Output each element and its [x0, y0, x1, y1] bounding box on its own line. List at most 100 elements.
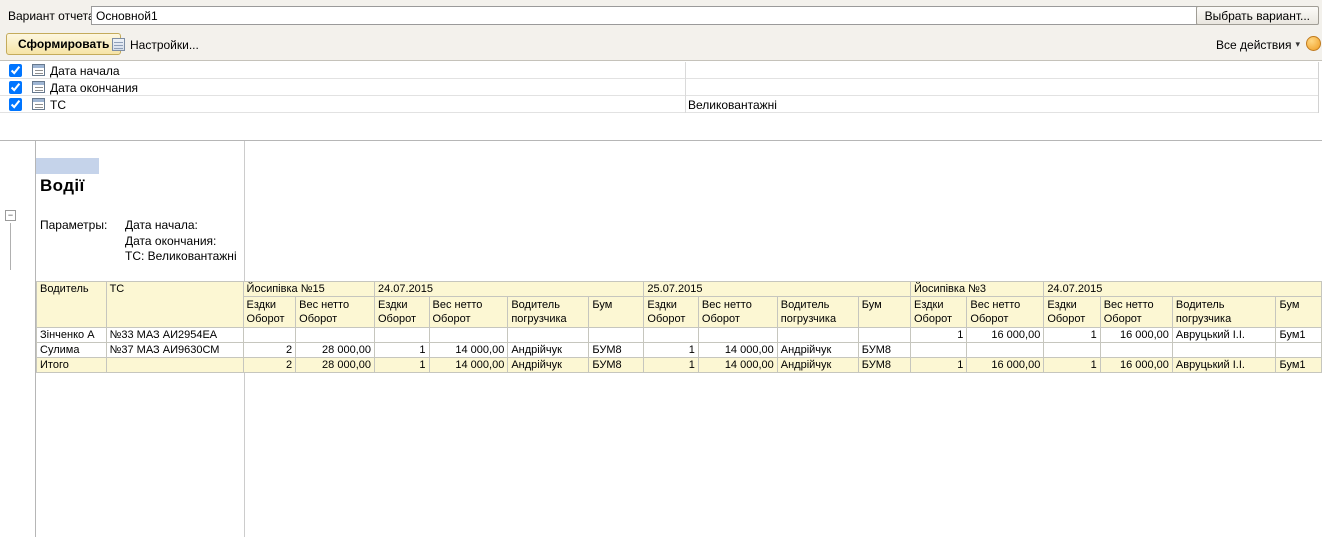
- cell[interactable]: [697, 327, 778, 343]
- filter-checkbox-start-date[interactable]: [9, 64, 22, 77]
- cell[interactable]: 16 000,00: [1099, 357, 1173, 373]
- sub-header[interactable]: Вес нетто Оборот: [966, 296, 1045, 328]
- cell[interactable]: 16 000,00: [1099, 327, 1173, 343]
- cell[interactable]: [1171, 342, 1277, 358]
- filter-checkbox-end-date[interactable]: [9, 81, 22, 94]
- cell[interactable]: [966, 342, 1045, 358]
- table-row: Сулима №37 МАЗ АИ9630СМ 2 28 000,00 1 14…: [36, 342, 1322, 358]
- group-header[interactable]: Йосипівка №3: [909, 281, 1045, 297]
- cell[interactable]: 1: [643, 342, 699, 358]
- sub-header[interactable]: Вес нетто Оборот: [1099, 296, 1173, 328]
- sub-header[interactable]: Ездки Оборот: [909, 296, 968, 328]
- parameters-label: Параметры:: [40, 218, 108, 232]
- filter-value[interactable]: Великовантажні: [688, 98, 777, 112]
- cell[interactable]: [1099, 342, 1173, 358]
- cell[interactable]: 14 000,00: [428, 357, 509, 373]
- cell[interactable]: [295, 327, 375, 343]
- cell[interactable]: [105, 357, 244, 373]
- group-header[interactable]: Йосипівка №15: [242, 281, 375, 297]
- cell[interactable]: БУМ8: [588, 342, 645, 358]
- sub-header[interactable]: Ездки Оборот: [373, 296, 430, 328]
- sub-header[interactable]: Вес нетто Оборот: [697, 296, 778, 328]
- sub-header[interactable]: Водитель погрузчика: [1171, 296, 1277, 328]
- cell[interactable]: [643, 327, 699, 343]
- cell[interactable]: Бум1: [1275, 327, 1322, 343]
- cell[interactable]: 2: [242, 342, 297, 358]
- cell[interactable]: Андрійчук: [776, 357, 859, 373]
- col-header-driver[interactable]: Водитель: [36, 281, 107, 328]
- cell[interactable]: [909, 342, 968, 358]
- sub-header[interactable]: Водитель погрузчика: [776, 296, 859, 328]
- cell[interactable]: 16 000,00: [966, 327, 1045, 343]
- cell[interactable]: [242, 327, 297, 343]
- cell[interactable]: 1: [1043, 327, 1101, 343]
- cell[interactable]: Авруцький І.І.: [1171, 327, 1277, 343]
- cell[interactable]: Андрійчук: [507, 357, 590, 373]
- group-header[interactable]: 25.07.2015: [643, 281, 911, 297]
- cell[interactable]: Сулима: [36, 342, 107, 358]
- table-total-row: Итого 2 28 000,00 1 14 000,00 Андрійчук …: [36, 357, 1322, 373]
- selected-cell[interactable]: [36, 158, 99, 174]
- cell[interactable]: №33 МАЗ АИ2954ЕА: [105, 327, 244, 343]
- cell[interactable]: [428, 327, 509, 343]
- cell[interactable]: Авруцький І.І.: [1171, 357, 1277, 373]
- cell[interactable]: [1275, 342, 1322, 358]
- sub-header[interactable]: Бум: [857, 296, 911, 328]
- cell[interactable]: [1043, 342, 1101, 358]
- variant-input[interactable]: [91, 6, 1208, 25]
- cell[interactable]: 1: [373, 357, 430, 373]
- parameter-line: ТС: Великовантажні: [125, 249, 237, 263]
- settings-button[interactable]: Настройки...: [112, 35, 199, 54]
- cell[interactable]: Бум1: [1275, 357, 1322, 373]
- cell[interactable]: Андрійчук: [776, 342, 859, 358]
- group-header[interactable]: 24.07.2015: [373, 281, 645, 297]
- cell[interactable]: [857, 327, 911, 343]
- filter-row-start-date[interactable]: Дата начала: [0, 62, 1318, 79]
- sub-header[interactable]: Ездки Оборот: [1043, 296, 1101, 328]
- sub-header[interactable]: Бум: [1275, 296, 1322, 328]
- cell[interactable]: [373, 327, 430, 343]
- cell[interactable]: Андрійчук: [507, 342, 590, 358]
- help-icon[interactable]: [1306, 36, 1321, 51]
- cell[interactable]: 28 000,00: [295, 357, 375, 373]
- filter-row-end-date[interactable]: Дата окончания: [0, 79, 1318, 96]
- sub-header[interactable]: Бум: [588, 296, 645, 328]
- cell[interactable]: 14 000,00: [697, 357, 778, 373]
- choose-variant-button[interactable]: Выбрать вариант...: [1195, 6, 1319, 25]
- cell[interactable]: №37 МАЗ АИ9630СМ: [105, 342, 244, 358]
- sub-header[interactable]: Ездки Оборот: [643, 296, 699, 328]
- cell[interactable]: Итого: [36, 357, 107, 373]
- cell[interactable]: [507, 327, 590, 343]
- group-bracket-line: [10, 223, 11, 270]
- collapse-group-button[interactable]: −: [5, 210, 16, 221]
- filter-panel: Дата начала Дата окончания ТС Великовант…: [0, 62, 1319, 113]
- cell[interactable]: БУМ8: [857, 342, 911, 358]
- filter-label: Дата начала: [50, 64, 120, 78]
- cell[interactable]: БУМ8: [588, 357, 645, 373]
- cell[interactable]: БУМ8: [857, 357, 911, 373]
- cell[interactable]: Зінченко А: [36, 327, 107, 343]
- sub-header[interactable]: Вес нетто Оборот: [295, 296, 375, 328]
- cell[interactable]: 1: [643, 357, 699, 373]
- sub-header[interactable]: Водитель погрузчика: [507, 296, 590, 328]
- all-actions-button[interactable]: Все действия: [1216, 35, 1300, 54]
- col-header-vehicle[interactable]: ТС: [105, 281, 244, 328]
- cell[interactable]: 1: [909, 327, 968, 343]
- cell[interactable]: [776, 327, 859, 343]
- generate-button[interactable]: Сформировать: [6, 33, 122, 55]
- filter-row-vehicle[interactable]: ТС Великовантажні: [0, 96, 1318, 113]
- cell[interactable]: [588, 327, 645, 343]
- settings-button-label: Настройки...: [130, 37, 199, 52]
- cell[interactable]: 1: [1043, 357, 1101, 373]
- cell[interactable]: 1: [373, 342, 430, 358]
- group-header[interactable]: 24.07.2015: [1043, 281, 1322, 297]
- sub-header[interactable]: Вес нетто Оборот: [428, 296, 509, 328]
- cell[interactable]: 2: [242, 357, 297, 373]
- cell[interactable]: 1: [909, 357, 968, 373]
- filter-checkbox-vehicle[interactable]: [9, 98, 22, 111]
- cell[interactable]: 14 000,00: [697, 342, 778, 358]
- sub-header[interactable]: Ездки Оборот: [242, 296, 297, 328]
- cell[interactable]: 14 000,00: [428, 342, 509, 358]
- cell[interactable]: 28 000,00: [295, 342, 375, 358]
- cell[interactable]: 16 000,00: [966, 357, 1045, 373]
